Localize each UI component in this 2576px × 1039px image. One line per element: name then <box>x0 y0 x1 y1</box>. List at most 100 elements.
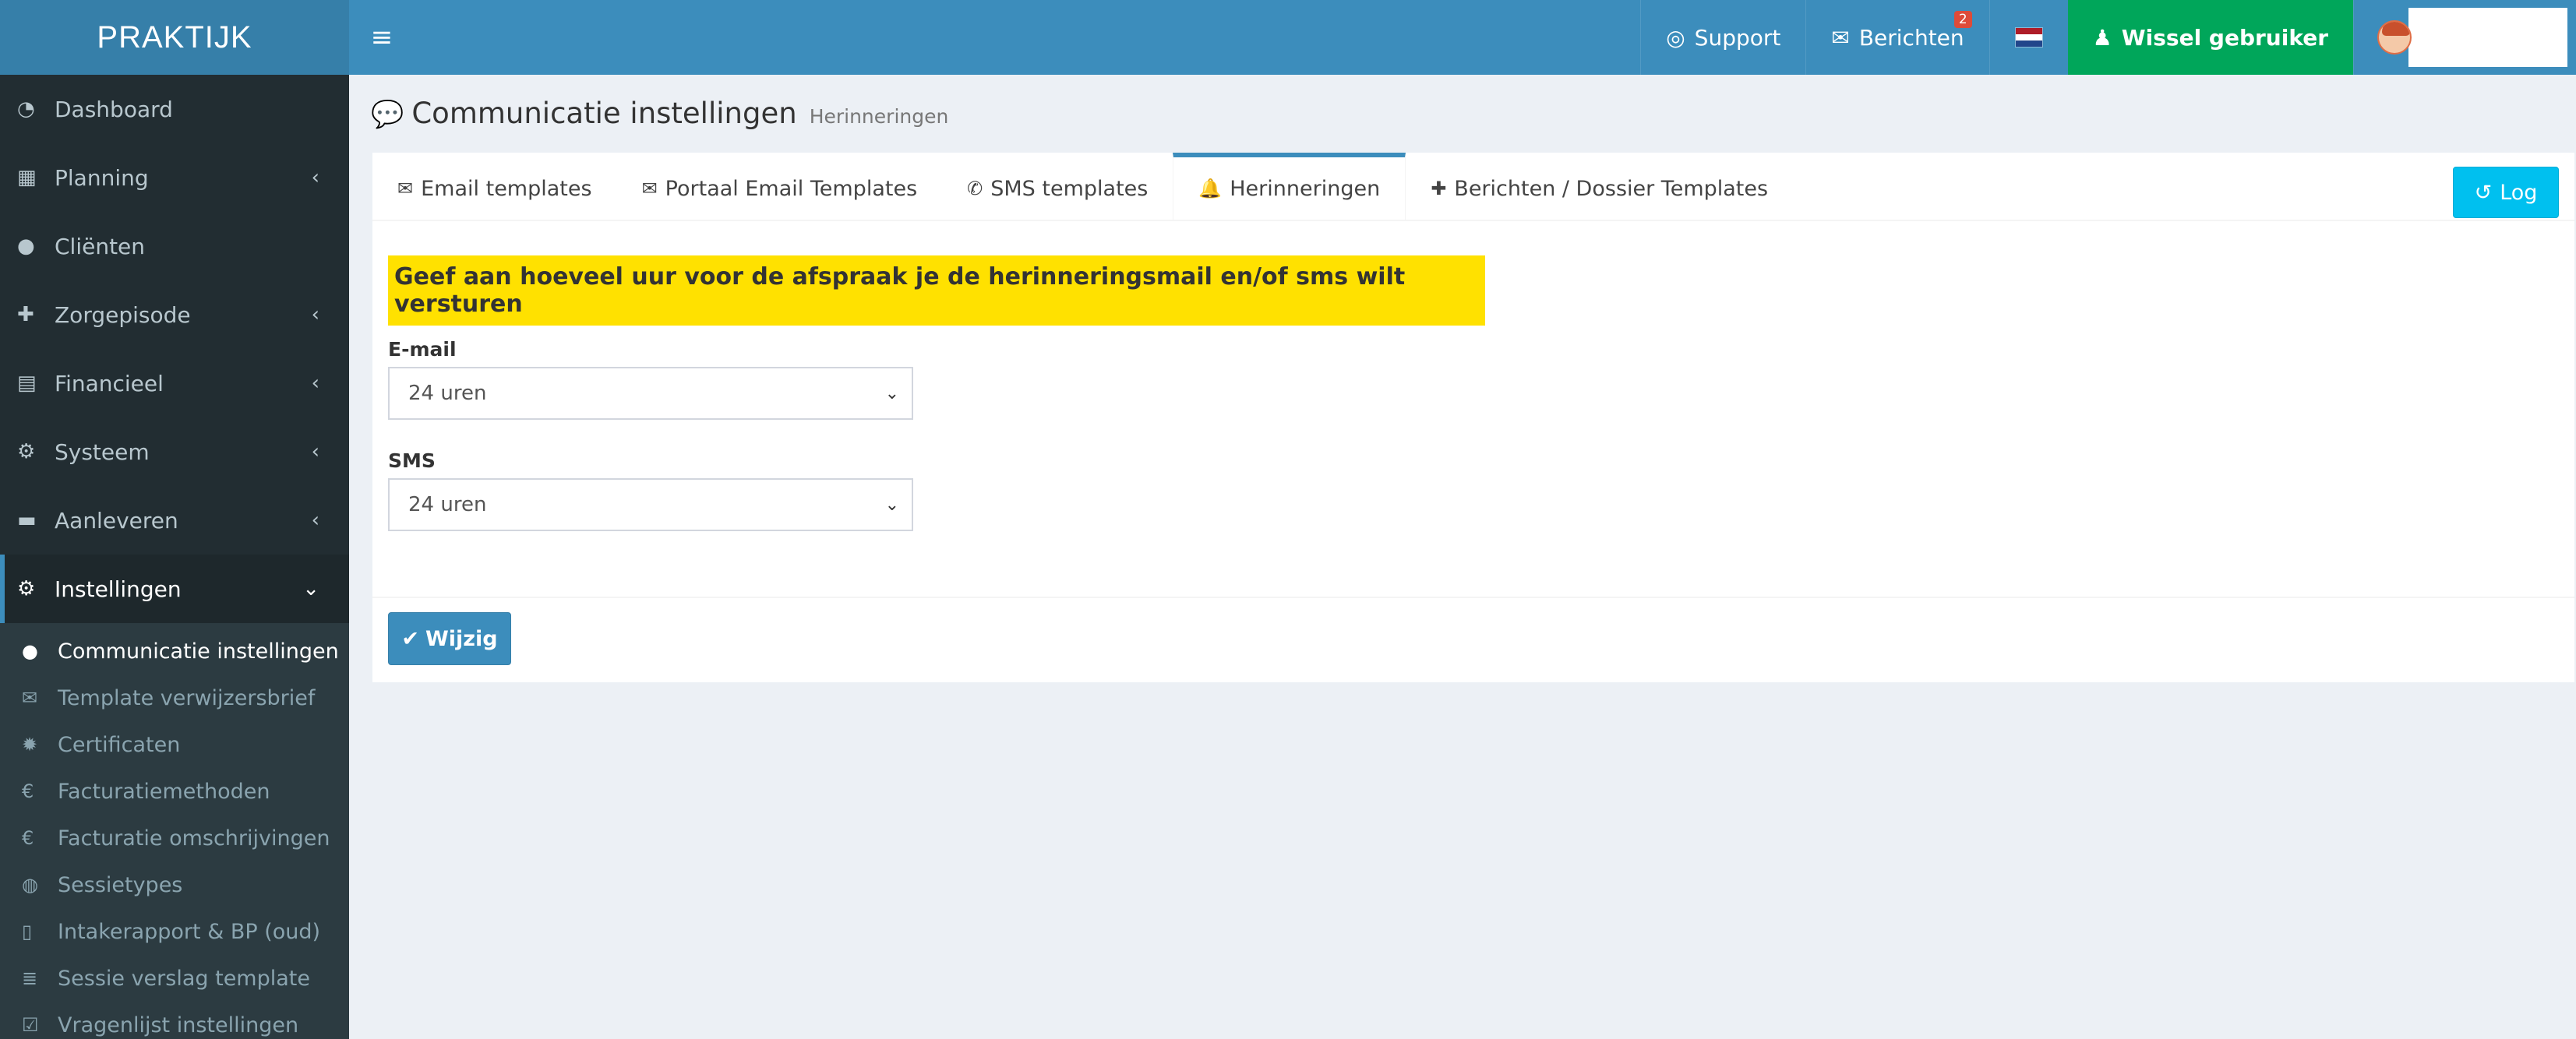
submenu-item-label: Facturatiemethoden <box>58 779 270 804</box>
submenu-item[interactable]: ● Communicatie instellingen <box>0 628 349 674</box>
submenu-item-label: Template verwijzersbrief <box>58 685 316 710</box>
chevron-left-icon: ‹ <box>311 440 319 463</box>
submenu-item-label: Sessie verslag template <box>58 966 310 991</box>
tab-email-templates[interactable]: ✉ Email templates <box>372 153 617 220</box>
sidebar-item-aanleveren[interactable]: ▬ Aanleveren ‹ <box>0 486 349 555</box>
chevron-left-icon: ‹ <box>311 303 319 326</box>
email-hours-select[interactable]: 24 uren ⌄ <box>388 367 913 420</box>
avatar <box>2377 20 2412 55</box>
list-icon: ≣ <box>22 967 38 989</box>
sidebar-menu: ◔ Dashboard ▦ Planning ‹ ● Cliënten ✚ Zorgepisod… <box>0 75 349 1039</box>
submenu-item[interactable]: ✹ Certificaten <box>0 721 349 768</box>
tab-label: Portaal Email Templates <box>665 176 918 201</box>
history-icon: ↺ <box>2474 180 2493 205</box>
submenu-item[interactable]: ✉ Template verwijzersbrief <box>0 674 349 721</box>
sidebar-item-label: Planning <box>55 164 149 191</box>
user-name-redacted <box>2408 8 2567 67</box>
chevron-down-icon: ⌄ <box>302 577 319 601</box>
sidebar-item-instellingen[interactable]: ⚙ Instellingen ⌄ <box>0 555 349 623</box>
submenu-item-label: Intakerapport & BP (oud) <box>58 919 321 944</box>
messages-count-badge: 2 <box>1953 11 1972 28</box>
user-secret-icon: ♟ <box>2092 24 2112 51</box>
dashboard-icon: ◔ <box>17 97 35 121</box>
book-icon: ▤ <box>17 372 37 395</box>
form-footer: ✔ Wijzig <box>372 597 2574 682</box>
checkbox-icon: ☑ <box>22 1014 39 1036</box>
lifebuoy-icon: ◎ <box>1666 24 1685 51</box>
tab-herinneringen[interactable]: 🔔 Herinneringen <box>1173 153 1406 220</box>
top-navbar: ≡ ◎ Support ✉ Berichten 2 ♟ Wissel gebru… <box>349 0 2576 75</box>
sms-hours-select[interactable]: 24 uren ⌄ <box>388 478 913 531</box>
sidebar-item-cli-nten[interactable]: ● Cliënten <box>0 212 349 280</box>
tab-label: Berichten / Dossier Templates <box>1454 176 1769 201</box>
chevron-left-icon: ‹ <box>311 509 319 532</box>
reminder-form: Geef aan hoeveel uur voor de afspraak je… <box>372 221 2574 531</box>
submenu-item[interactable]: ◍ Sessietypes <box>0 861 349 908</box>
cogs-icon: ⚙ <box>17 440 36 463</box>
user-menu[interactable] <box>2353 0 2576 75</box>
sidebar-item-label: Aanleveren <box>55 507 178 534</box>
sidebar-item-label: Financieel <box>55 370 164 396</box>
envelope-icon: ✉ <box>641 178 658 199</box>
submenu-item[interactable]: ☑ Vragenlijst instellingen <box>0 1002 349 1039</box>
certificate-icon: ✹ <box>22 734 38 755</box>
submenu-item[interactable]: € Facturatie omschrijvingen <box>0 815 349 861</box>
comments-icon: 💬 <box>371 99 404 130</box>
submenu-item-label: Sessietypes <box>58 872 183 897</box>
truck-icon: ▬ <box>17 509 37 532</box>
sidebar-item-dashboard[interactable]: ◔ Dashboard <box>0 75 349 143</box>
support-link[interactable]: ◎ Support <box>1640 0 1805 75</box>
envelope-icon: ✉ <box>397 178 414 199</box>
sidebar-item-planning[interactable]: ▦ Planning ‹ <box>0 143 349 212</box>
sidebar: ◔ Dashboard ▦ Planning ‹ ● Cliënten ✚ Zorgepisod… <box>0 75 349 1039</box>
messages-link[interactable]: ✉ Berichten 2 <box>1805 0 1988 75</box>
app-logo[interactable]: PRAKTIJK <box>0 0 349 75</box>
bell-icon: 🔔 <box>1198 178 1223 199</box>
messages-label: Berichten <box>1858 24 1964 51</box>
navbar-right: ◎ Support ✉ Berichten 2 ♟ Wissel gebruik… <box>1640 0 2576 75</box>
file-icon: ▯ <box>22 921 33 942</box>
form-legend: Geef aan hoeveel uur voor de afspraak je… <box>388 255 1485 326</box>
chevron-down-icon: ⌄ <box>884 383 899 403</box>
submenu-item[interactable]: ≣ Sessie verslag template <box>0 955 349 1002</box>
envelope-icon: ✉ <box>1831 24 1850 51</box>
language-selector[interactable] <box>1988 0 2068 75</box>
submit-button-label: Wijzig <box>425 626 498 651</box>
settings-panel: ✉ Email templates ✉ Portaal Email Templates… <box>372 153 2574 682</box>
submit-button[interactable]: ✔ Wijzig <box>388 612 511 665</box>
phone-icon: ✆ <box>967 178 983 199</box>
medkit-icon: ✚ <box>17 303 34 326</box>
tab-bar: ✉ Email templates ✉ Portaal Email Templates… <box>372 153 2574 221</box>
euro-icon: € <box>22 780 34 802</box>
gear-icon: ⚙ <box>17 577 36 601</box>
hamburger-icon: ≡ <box>370 22 393 53</box>
submenu-item[interactable]: ▯ Intakerapport & BP (oud) <box>0 908 349 955</box>
calendar-icon: ▦ <box>17 166 37 189</box>
sidebar-item-zorgepisode[interactable]: ✚ Zorgepisode ‹ <box>0 280 349 349</box>
comments-icon: ● <box>22 640 38 662</box>
log-button-label: Log <box>2500 180 2538 205</box>
sidebar-item-label: Zorgepisode <box>55 301 191 328</box>
submenu-item-label: Certificaten <box>58 732 181 757</box>
tab-label: Email templates <box>421 176 592 201</box>
globe-icon: ◍ <box>22 874 38 896</box>
sms-hours-value: 24 uren <box>408 493 487 516</box>
envelope-icon: ✉ <box>22 687 38 709</box>
sidebar-item-label: Systeem <box>55 438 150 465</box>
email-label: E-mail <box>388 338 457 361</box>
chevron-down-icon: ⌄ <box>884 495 899 515</box>
sidebar-item-financieel[interactable]: ▤ Financieel ‹ <box>0 349 349 417</box>
sidebar-item-label: Instellingen <box>55 576 182 602</box>
chevron-left-icon: ‹ <box>311 372 319 395</box>
switch-user-button[interactable]: ♟ Wissel gebruiker <box>2067 0 2353 75</box>
log-button[interactable]: ↺ Log <box>2453 167 2559 218</box>
sidebar-submenu: ● Communicatie instellingen ✉ Template verw… <box>0 623 349 1039</box>
submenu-item-label: Communicatie instellingen <box>58 639 339 664</box>
euro-icon: € <box>22 827 34 849</box>
sidebar-toggle-button[interactable]: ≡ <box>349 0 415 75</box>
tab-sms-templates[interactable]: ✆ SMS templates <box>942 153 1173 220</box>
submenu-item[interactable]: € Facturatiemethoden <box>0 768 349 815</box>
sidebar-item-systeem[interactable]: ⚙ Systeem ‹ <box>0 417 349 486</box>
tab-berichten-dossier-templates[interactable]: ✚ Berichten / Dossier Templates <box>1406 153 1793 220</box>
tab-portaal-email-templates[interactable]: ✉ Portaal Email Templates <box>617 153 943 220</box>
